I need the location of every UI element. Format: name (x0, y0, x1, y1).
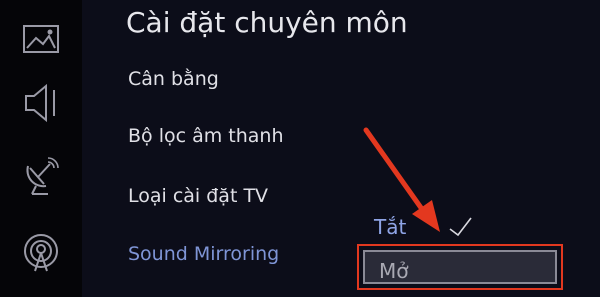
antenna-icon[interactable] (18, 228, 64, 274)
menu-item-sound-filter[interactable]: Bộ lọc âm thanh (128, 125, 284, 147)
menu-item-tv-installation-type[interactable]: Loại cài đặt TV (128, 185, 268, 207)
menu-item-sound-mirroring[interactable]: Sound Mirroring (128, 243, 279, 265)
option-on-highlight: Mở (357, 244, 563, 290)
option-on[interactable]: Mở (363, 250, 557, 284)
option-off[interactable]: Tắt (374, 215, 406, 239)
checkmark-icon (446, 215, 474, 237)
sound-icon[interactable] (18, 80, 64, 126)
broadcast-icon[interactable] (18, 152, 64, 198)
page-title: Cài đặt chuyên môn (126, 6, 408, 39)
option-on-label: Mở (379, 259, 409, 283)
sidebar (0, 0, 82, 297)
picture-icon[interactable] (18, 16, 64, 62)
menu-item-balance[interactable]: Cân bằng (128, 68, 219, 90)
